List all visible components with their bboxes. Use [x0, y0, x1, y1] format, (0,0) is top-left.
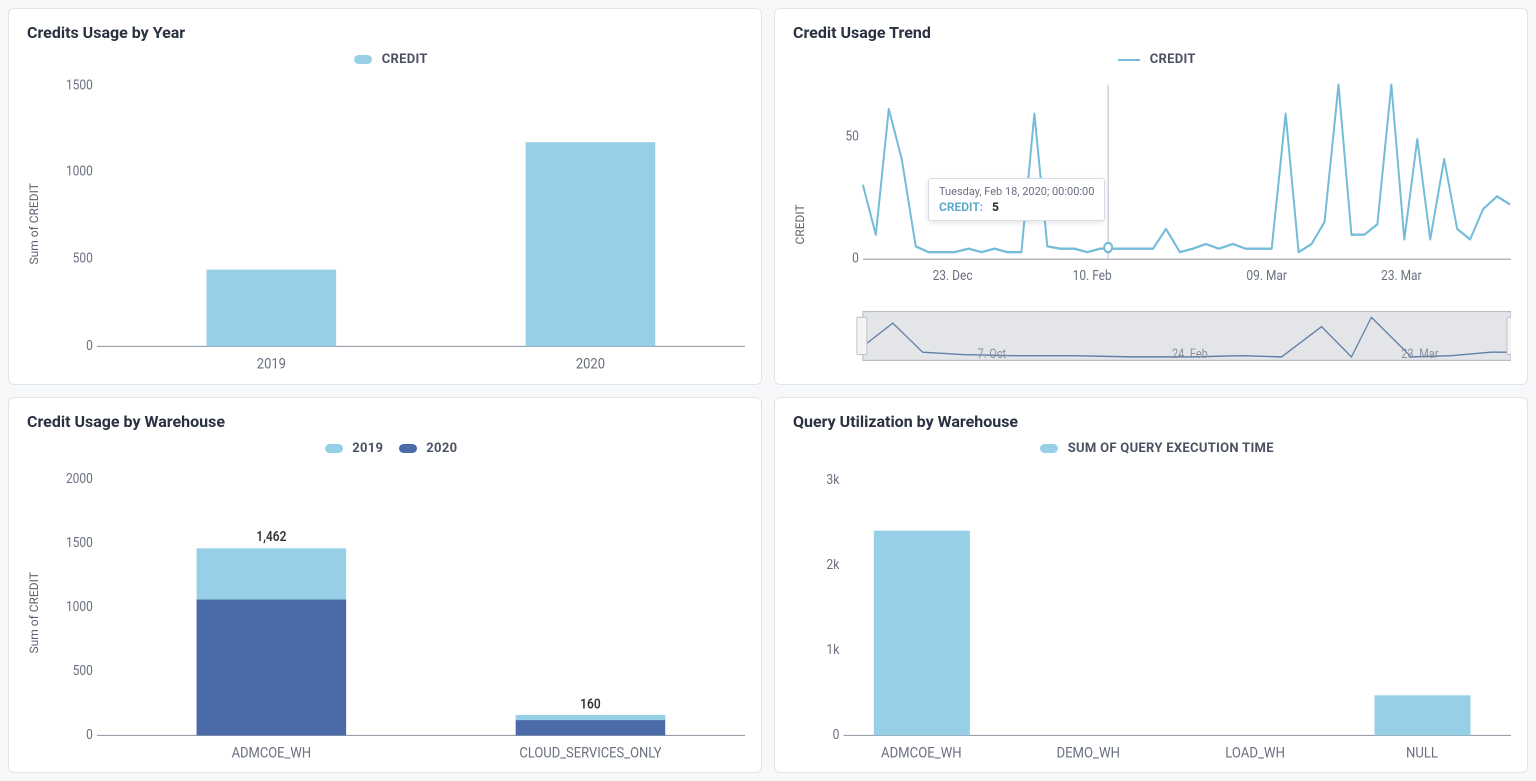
panel-title: Credit Usage by Warehouse [27, 412, 745, 431]
bar-null[interactable] [1374, 695, 1470, 735]
bar-cloud-2019[interactable] [516, 714, 666, 719]
bar-chart-svg: 0 1k 2k 3k ADMCOE_WH DEMO_WH LOAD_WH N [803, 462, 1511, 765]
y-tick: 50 [845, 129, 858, 145]
x-tick: 10. Feb [1073, 268, 1112, 284]
y-tick: 1500 [66, 77, 93, 93]
x-cat: CLOUD_SERVICES_ONLY [519, 744, 662, 761]
bar-2020[interactable] [526, 142, 656, 346]
chart-credits-by-year[interactable]: CREDIT Sum of CREDIT 0 500 1000 1500 [25, 48, 745, 376]
y-tick: 2000 [66, 471, 93, 487]
trend-line[interactable] [863, 85, 1510, 253]
y-tick: 2k [826, 557, 839, 573]
legend[interactable]: SUM OF QUERY EXECUTION TIME [791, 437, 1511, 462]
legend-line-swatch [1118, 59, 1140, 61]
bar-admcoe-2019[interactable] [197, 548, 347, 599]
legend-swatch-2019 [325, 444, 343, 453]
legend-swatch [1040, 444, 1058, 453]
panel-title: Credits Usage by Year [27, 23, 745, 42]
dashboard-grid: Credits Usage by Year CREDIT Sum of CRED… [0, 0, 1536, 781]
x-cat: ADMCOE_WH [232, 744, 312, 761]
y-axis-label: CREDIT [791, 73, 809, 376]
bar-total-label: 160 [580, 696, 601, 712]
line-chart-svg: 0 50 23. Dec 10. Feb 09. Mar 23. Mar [813, 73, 1511, 376]
hover-point-marker [1104, 243, 1112, 252]
range-handle-right[interactable] [1507, 317, 1511, 354]
y-tick: 1000 [66, 599, 93, 615]
y-tick: 3k [826, 472, 839, 488]
x-cat: NULL [1406, 744, 1438, 761]
legend-label: SUM OF QUERY EXECUTION TIME [1068, 441, 1274, 456]
panel-credit-usage-trend: Credit Usage Trend CREDIT CREDIT 0 50 [774, 8, 1528, 385]
x-cat: 2020 [576, 356, 605, 373]
y-tick: 1500 [66, 535, 93, 551]
panel-title: Query Utilization by Warehouse [793, 412, 1511, 431]
stacked-bar-svg: 0 500 1000 1500 2000 1,462 160 [47, 462, 745, 765]
x-cat: 2019 [257, 356, 286, 373]
legend-label-credit: CREDIT [1150, 52, 1196, 67]
range-tick: 7. Oct [978, 346, 1007, 361]
panel-credit-usage-by-warehouse: Credit Usage by Warehouse 2019 2020 Sum … [8, 397, 762, 774]
bar-cloud-2020[interactable] [516, 720, 666, 735]
x-cat: DEMO_WH [1056, 744, 1120, 761]
chart-query-utilization[interactable]: SUM OF QUERY EXECUTION TIME 0 1k 2k 3k [791, 437, 1511, 765]
x-tick: 09. Mar [1246, 268, 1287, 284]
legend-label-2019: 2019 [352, 441, 383, 456]
legend[interactable]: 2019 2020 [25, 437, 745, 462]
bar-chart-svg: 0 500 1000 1500 2019 2020 [47, 73, 745, 376]
bar-2019[interactable] [207, 270, 337, 347]
y-tick: 1000 [66, 164, 93, 180]
y-axis-label: Sum of CREDIT [25, 73, 43, 376]
y-tick: 0 [86, 727, 93, 743]
bar-admcoe[interactable] [874, 530, 970, 735]
y-tick: 0 [833, 727, 840, 743]
panel-title: Credit Usage Trend [793, 23, 1511, 42]
legend-swatch-credit [354, 55, 372, 64]
chart-credit-by-warehouse[interactable]: 2019 2020 Sum of CREDIT 0 500 1000 1500 … [25, 437, 745, 765]
legend-swatch-2020 [399, 444, 417, 453]
y-tick: 500 [73, 663, 93, 679]
legend[interactable]: CREDIT [25, 48, 745, 73]
range-tick: 23. Mar [1401, 346, 1438, 361]
legend[interactable]: CREDIT [791, 48, 1511, 73]
y-tick: 0 [852, 251, 859, 267]
x-cat: ADMCOE_WH [881, 744, 962, 761]
chart-credit-trend[interactable]: CREDIT CREDIT 0 50 23. Dec [791, 48, 1511, 376]
panel-query-utilization-by-warehouse: Query Utilization by Warehouse SUM OF QU… [774, 397, 1528, 774]
y-tick: 1k [826, 642, 839, 658]
y-axis-label: Sum of CREDIT [25, 462, 43, 765]
range-tick: 24. Feb [1172, 346, 1208, 361]
bar-total-label: 1,462 [256, 529, 286, 545]
x-tick: 23. Dec [933, 268, 973, 284]
panel-credits-usage-by-year: Credits Usage by Year CREDIT Sum of CRED… [8, 8, 762, 385]
legend-label-2020: 2020 [426, 441, 457, 456]
range-handle-left[interactable] [857, 317, 867, 354]
y-tick: 500 [73, 251, 93, 267]
x-tick: 23. Mar [1381, 268, 1422, 284]
legend-label-credit: CREDIT [382, 52, 428, 67]
bar-admcoe-2020[interactable] [197, 599, 347, 735]
x-cat: LOAD_WH [1225, 744, 1285, 761]
y-tick: 0 [86, 338, 93, 354]
